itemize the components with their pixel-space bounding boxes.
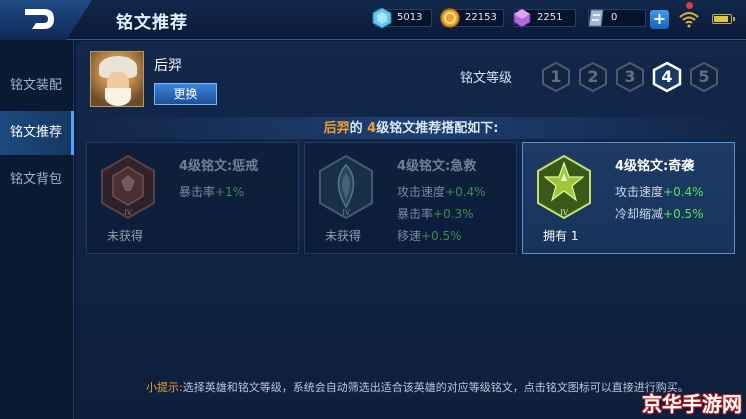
stat-value: +0.3%: [433, 207, 474, 221]
recharge-plus-button[interactable]: +: [650, 10, 669, 29]
rune-stat: 移速+0.5%: [397, 227, 462, 244]
tip-key: 小提示:: [146, 381, 183, 394]
level-number: 1: [550, 67, 562, 86]
watermark: 京华手游网: [642, 392, 742, 416]
rune-tier-label: IV: [342, 209, 351, 217]
level-button-3[interactable]: 3: [614, 61, 646, 93]
hero-avatar[interactable]: [90, 51, 144, 107]
gold-coin-value: 22153: [465, 12, 497, 23]
back-button[interactable]: [0, 0, 92, 40]
change-hero-button[interactable]: 更换: [154, 83, 217, 105]
stat-value: +0.5%: [421, 229, 462, 243]
voucher-value: 0: [611, 12, 618, 23]
rune-tier-label: IV: [560, 209, 569, 217]
rune-emblem-icon[interactable]: IV: [315, 153, 377, 223]
stat-value: +0.4%: [445, 185, 486, 199]
rune-title: 4级铭文:奇袭: [615, 159, 695, 174]
level-button-5[interactable]: 5: [688, 61, 720, 93]
stat-value: +0.5%: [663, 207, 704, 221]
rune-level-label: 铭文等级: [460, 71, 513, 86]
rune-card[interactable]: IV 4级铭文:惩戒 暴击率+1% 未获得: [86, 142, 299, 254]
tip-body: 选择英雄和铭文等级，系统会自动筛选出适合该英雄的对应等级铭文，点击铭文图标可以直…: [182, 381, 689, 394]
level-number: 4: [661, 67, 673, 86]
gold-coin-counter[interactable]: 22153: [440, 8, 504, 28]
recommend-headline: 后羿的 4级铭文推荐搭配如下:: [76, 117, 746, 139]
stat-name: 攻击速度: [615, 185, 664, 199]
sidebar-item-rune-loadout[interactable]: 铭文装配: [0, 64, 74, 108]
stat-name: 移速: [397, 229, 422, 243]
stat-value: +1%: [215, 185, 245, 199]
headline-level: 4: [367, 121, 377, 136]
battery-level: [714, 16, 728, 22]
stat-value: +0.4%: [663, 185, 704, 199]
sidebar-item-rune-bag[interactable]: 铭文背包: [0, 158, 74, 202]
notification-dot: [686, 2, 693, 9]
blue-crystal-icon: [372, 7, 392, 29]
page-title: 铭文推荐: [116, 13, 188, 33]
diamond-voucher-icon: [588, 9, 604, 27]
level-number: 3: [624, 67, 636, 86]
rune-emblem-icon[interactable]: IV: [533, 153, 595, 223]
level-button-1[interactable]: 1: [540, 61, 572, 93]
level-button-4[interactable]: 4: [651, 61, 683, 93]
level-number: 2: [587, 67, 599, 86]
battery-icon: [712, 14, 735, 24]
stat-name: 冷却缩减: [615, 207, 664, 221]
rune-status: 未获得: [325, 229, 362, 243]
purple-crystal-value: 2251: [537, 12, 563, 23]
blue-crystal-counter[interactable]: 5013: [372, 7, 432, 29]
rune-status: 拥有 1: [543, 227, 578, 244]
rune-tier-label: IV: [124, 209, 133, 217]
wifi-icon: [679, 12, 699, 28]
back-arrow-icon: [25, 9, 54, 29]
rune-title: 4级铭文:急救: [397, 159, 477, 174]
rune-title: 4级铭文:惩戒: [179, 159, 259, 174]
purple-crystal-icon: [513, 8, 531, 28]
sidebar-item-rune-recommend[interactable]: 铭文推荐: [0, 111, 74, 155]
rune-stat: 攻击速度+0.4%: [397, 183, 486, 200]
rune-stat: 冷却缩减+0.5%: [615, 205, 704, 222]
rune-stat: 攻击速度+0.4%: [615, 183, 704, 200]
owned-label: 拥有: [543, 229, 568, 243]
level-button-2[interactable]: 2: [577, 61, 609, 93]
headline-hero: 后羿: [323, 121, 350, 136]
rune-stat: 暴击率+0.3%: [397, 205, 474, 222]
stat-name: 攻击速度: [397, 185, 446, 199]
hero-name: 后羿: [154, 58, 182, 74]
rune-stat: 暴击率+1%: [179, 183, 244, 200]
top-bar: 铭文推荐 5013 22153 2251 0 +: [0, 0, 746, 40]
main-panel: 后羿 更换 铭文等级 12345 后羿的 4级铭文推荐搭配如下: IV 4级铭文…: [76, 41, 746, 419]
rune-emblem-icon[interactable]: IV: [97, 153, 159, 223]
gold-coin-icon: [440, 8, 460, 28]
purple-crystal-counter[interactable]: 2251: [513, 8, 576, 28]
headline-part1: 的: [349, 121, 368, 136]
level-number: 5: [698, 67, 710, 86]
blue-crystal-value: 5013: [397, 12, 423, 23]
rune-status: 未获得: [107, 229, 144, 243]
avatar-beard: [105, 88, 131, 106]
owned-count: 1: [570, 229, 579, 243]
voucher-counter[interactable]: 0: [588, 9, 646, 27]
sidebar: 铭文装配 铭文推荐 铭文背包: [0, 40, 74, 419]
rune-card[interactable]: IV 4级铭文:奇袭 攻击速度+0.4% 冷却缩减+0.5% 拥有 1: [522, 142, 735, 254]
headline-part2: 级铭文推荐搭配如下:: [376, 121, 499, 136]
stat-name: 暴击率: [179, 185, 216, 199]
tip-text: 小提示:选择英雄和铭文等级，系统会自动筛选出适合该英雄的对应等级铭文，点击铭文图…: [146, 380, 706, 396]
stat-name: 暴击率: [397, 207, 434, 221]
rune-card[interactable]: IV 4级铭文:急救 攻击速度+0.4% 暴击率+0.3% 移速+0.5% 未获…: [304, 142, 517, 254]
